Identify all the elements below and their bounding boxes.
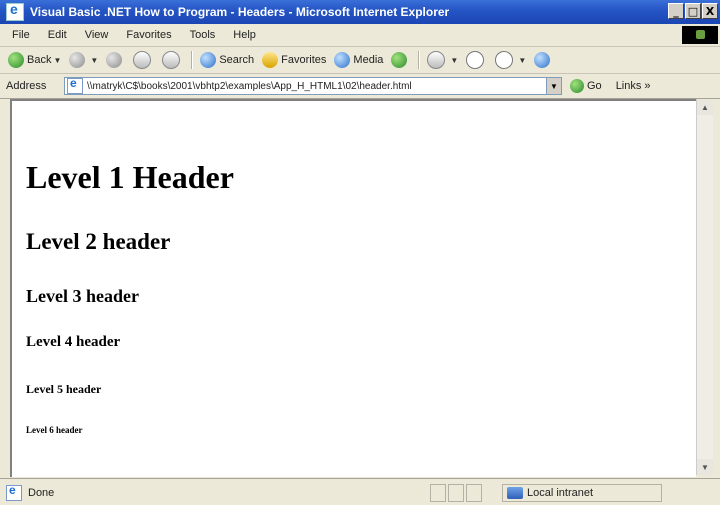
minimize-button[interactable]: _ xyxy=(668,3,684,19)
edit-icon xyxy=(495,51,514,69)
menu-favorites[interactable]: Favorites xyxy=(126,29,171,41)
home-button[interactable] xyxy=(162,51,183,69)
toolbar-separator xyxy=(191,51,193,69)
edit-dropdown-icon[interactable]: ▼ xyxy=(518,56,526,65)
go-button[interactable]: Go xyxy=(570,79,602,93)
heading-level-4: Level 4 header xyxy=(26,334,121,350)
status-text: Done xyxy=(28,486,55,499)
go-arrow-icon xyxy=(570,79,584,93)
home-icon xyxy=(162,51,181,69)
zone-label: Local intranet xyxy=(527,486,594,499)
back-label: Back xyxy=(27,54,52,66)
search-label: Search xyxy=(219,54,255,66)
media-button[interactable]: Media xyxy=(334,52,383,68)
page-icon xyxy=(67,76,83,94)
back-arrow-icon xyxy=(8,52,24,68)
search-button[interactable]: Search xyxy=(200,52,254,68)
menu-view[interactable]: View xyxy=(85,29,109,41)
close-button[interactable]: X xyxy=(702,3,718,19)
history-icon xyxy=(391,52,408,68)
go-label: Go xyxy=(587,80,602,92)
menu-tools[interactable]: Tools xyxy=(190,29,216,41)
history-button[interactable] xyxy=(391,52,410,68)
browser-window: Visual Basic .NET How to Program - Heade… xyxy=(0,0,720,505)
messenger-button[interactable] xyxy=(534,52,553,68)
status-pane xyxy=(448,483,464,502)
title-bar: Visual Basic .NET How to Program - Heade… xyxy=(0,0,720,24)
refresh-button[interactable] xyxy=(133,51,154,69)
windows-logo-icon xyxy=(682,26,718,44)
stop-button[interactable] xyxy=(106,52,125,68)
scroll-up-icon[interactable]: ▲ xyxy=(697,99,713,115)
search-icon xyxy=(200,52,217,68)
vertical-scrollbar[interactable]: ▲ ▼ xyxy=(696,99,713,475)
edit-button[interactable]: ▼ xyxy=(495,51,526,69)
refresh-icon xyxy=(133,51,152,69)
heading-level-1: Level 1 Header xyxy=(26,159,234,195)
heading-level-6: Level 6 header xyxy=(26,425,83,435)
window-title: Visual Basic .NET How to Program - Heade… xyxy=(30,5,450,19)
stop-icon xyxy=(106,52,123,68)
messenger-icon xyxy=(534,52,551,68)
mail-icon xyxy=(427,51,446,69)
status-bar: Done Local intranet xyxy=(0,478,720,505)
status-pane xyxy=(430,483,446,502)
mail-dropdown-icon[interactable]: ▼ xyxy=(450,56,458,65)
toolbar-separator xyxy=(418,51,420,69)
page-content: Level 1 Header Level 2 header Level 3 he… xyxy=(10,99,696,477)
print-icon xyxy=(466,51,485,69)
back-dropdown-icon[interactable]: ▼ xyxy=(53,56,61,65)
status-page-icon xyxy=(6,483,22,501)
favorites-button[interactable]: Favorites xyxy=(262,52,326,68)
heading-level-2: Level 2 header xyxy=(26,229,171,254)
status-pane xyxy=(466,483,482,502)
menu-bar: File Edit View Favorites Tools Help xyxy=(0,24,720,47)
heading-level-5: Level 5 header xyxy=(26,382,102,396)
maximize-button[interactable]: □ xyxy=(685,3,701,19)
address-label: Address xyxy=(6,80,47,92)
menu-edit[interactable]: Edit xyxy=(48,29,67,41)
mail-button[interactable]: ▼ xyxy=(427,51,458,69)
media-label: Media xyxy=(353,54,384,66)
window-controls: _ □ X xyxy=(668,3,718,19)
ie-icon xyxy=(6,1,24,21)
media-icon xyxy=(334,52,351,68)
scroll-down-icon[interactable]: ▼ xyxy=(697,459,713,475)
forward-dropdown-icon[interactable]: ▼ xyxy=(90,56,98,65)
favorites-label: Favorites xyxy=(281,54,327,66)
address-dropdown-icon[interactable]: ▼ xyxy=(546,78,561,94)
menu-help[interactable]: Help xyxy=(233,29,256,41)
print-button[interactable] xyxy=(466,51,487,69)
menu-file[interactable]: File xyxy=(12,29,30,41)
address-bar: Address \\matryk\C$\books\2001\vbhtp2\ex… xyxy=(0,74,720,99)
heading-level-3: Level 3 header xyxy=(26,286,139,306)
security-zone: Local intranet xyxy=(502,483,662,502)
forward-arrow-icon xyxy=(69,52,86,68)
links-button[interactable]: Links » xyxy=(616,80,651,92)
address-url[interactable]: \\matryk\C$\books\2001\vbhtp2\examples\A… xyxy=(87,81,546,92)
back-button[interactable]: Back ▼ xyxy=(8,52,61,68)
favorites-star-icon xyxy=(262,52,279,68)
address-input[interactable]: \\matryk\C$\books\2001\vbhtp2\examples\A… xyxy=(64,76,562,95)
intranet-icon xyxy=(507,486,523,499)
forward-button[interactable]: ▼ xyxy=(69,52,98,68)
toolbar: Back ▼ ▼ Search Favorites Media ▼ ▼ xyxy=(0,47,720,74)
